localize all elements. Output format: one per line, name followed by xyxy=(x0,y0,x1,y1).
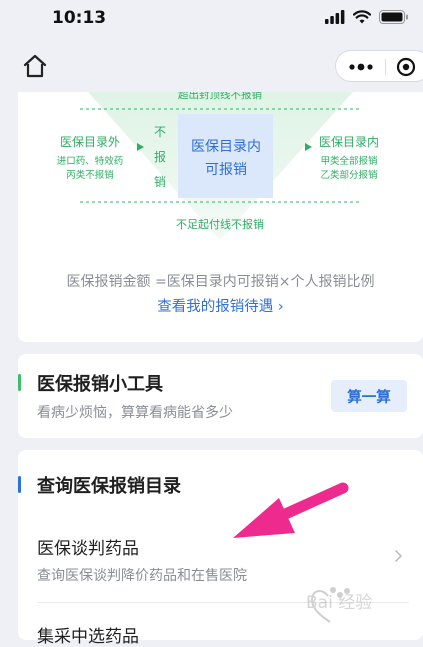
diagram-inside-line1: 甲类全部报销 xyxy=(320,155,378,167)
diagram-inside-line2: 乙类部分报销 xyxy=(320,169,378,181)
view-my-benefits-link[interactable]: 查看我的报销待遇 › xyxy=(18,295,423,316)
diagram-no-char-2: 报 xyxy=(154,149,166,164)
status-icons xyxy=(325,10,409,24)
more-icon[interactable] xyxy=(346,59,376,75)
section-accent-bar xyxy=(18,476,21,493)
wifi-icon xyxy=(353,10,371,24)
clock: 10:13 xyxy=(52,8,107,28)
right-arrow-icon xyxy=(305,143,312,151)
section-accent-bar xyxy=(18,374,21,391)
diagram-top-label: 超出封顶线不报销 xyxy=(178,92,262,101)
reimbursement-formula: 医保报销金额 =医保目录内可报销×个人报销比例 xyxy=(66,274,375,290)
chevron-right-icon[interactable] xyxy=(394,549,403,563)
diagram-outside-line2: 丙类不报销 xyxy=(66,169,114,181)
calculate-button[interactable]: 算一算 xyxy=(331,380,407,412)
catalog-title: 查询医保报销目录 xyxy=(37,476,181,497)
signal-icon xyxy=(325,10,345,24)
mini-program-capsule xyxy=(335,50,423,82)
watermark-logo: Bai 经验 xyxy=(306,587,372,623)
diagram-center-line2: 可报销 xyxy=(205,162,247,178)
list-item-title[interactable]: 集采中选药品 xyxy=(37,622,139,647)
diagram-outside-title: 医保目录外 xyxy=(60,135,120,149)
battery-icon xyxy=(379,10,408,24)
list-item-title[interactable]: 医保谈判药品 xyxy=(37,534,139,559)
status-bar: 10:13 xyxy=(0,0,423,36)
diagram-outside-line1: 进口药、特效药 xyxy=(57,155,124,167)
reimbursement-tools-card: 医保报销小工具 看病少烦恼，算算看病能省多少 算一算 xyxy=(18,354,423,438)
diagram-no-char-3: 销 xyxy=(154,175,166,189)
diagram-center-line1: 医保目录内 xyxy=(191,139,261,155)
diagram-bottom-label: 不足起付线不报销 xyxy=(176,217,264,231)
home-icon[interactable] xyxy=(22,53,48,79)
capsule-divider xyxy=(385,59,386,75)
diagram-center-box xyxy=(178,114,273,198)
diagram-inside-title: 医保目录内 xyxy=(319,135,379,149)
tools-title: 医保报销小工具 xyxy=(37,374,163,395)
tools-subtitle: 看病少烦恼，算算看病能省多少 xyxy=(37,405,233,421)
close-miniprogram-icon[interactable] xyxy=(396,57,416,77)
list-item-subtitle: 查询医保谈判降价药品和在售医院 xyxy=(37,568,247,584)
watermark-text: Bai 经验 xyxy=(306,593,372,613)
nav-bar xyxy=(0,36,423,92)
watermark: Bai 经验 xyxy=(300,578,423,630)
reimbursement-diagram-card: 超出封顶线不报销 医保目录外 进口药、特效药 丙类不报销 不 报 销 医保目录内… xyxy=(18,92,423,342)
diagram-no-char-1: 不 xyxy=(154,125,166,139)
